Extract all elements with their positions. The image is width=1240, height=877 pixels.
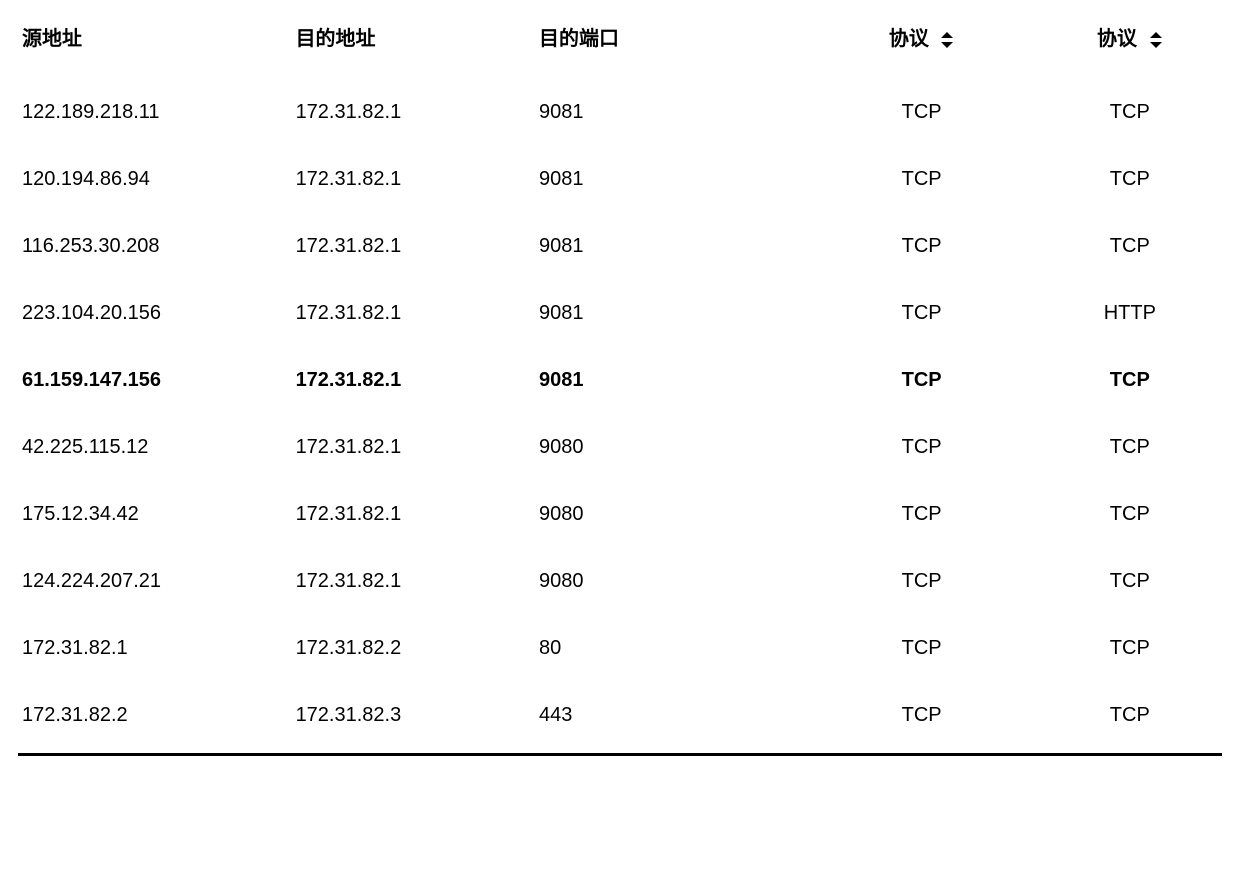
cell-proto1: TCP: [806, 213, 1038, 280]
cell-dest: 172.31.82.1: [292, 280, 535, 347]
cell-port: 9081: [535, 213, 806, 280]
cell-proto2: TCP: [1038, 481, 1222, 548]
sort-icon[interactable]: [1149, 31, 1163, 49]
cell-proto2: TCP: [1038, 682, 1222, 755]
cell-dest: 172.31.82.1: [292, 481, 535, 548]
cell-source: 124.224.207.21: [18, 548, 292, 615]
header-proto2-label: 协议: [1097, 28, 1137, 50]
cell-proto1: TCP: [806, 414, 1038, 481]
cell-port: 9081: [535, 79, 806, 146]
table-row: 172.31.82.1172.31.82.280TCPTCP: [18, 615, 1222, 682]
cell-port: 443: [535, 682, 806, 755]
cell-proto1: TCP: [806, 347, 1038, 414]
header-source[interactable]: 源地址: [18, 8, 292, 79]
cell-dest: 172.31.82.1: [292, 414, 535, 481]
cell-dest: 172.31.82.2: [292, 615, 535, 682]
cell-dest: 172.31.82.1: [292, 146, 535, 213]
cell-proto2: TCP: [1038, 213, 1222, 280]
cell-proto1: TCP: [806, 79, 1038, 146]
table-row: 61.159.147.156172.31.82.19081TCPTCP: [18, 347, 1222, 414]
cell-source: 42.225.115.12: [18, 414, 292, 481]
table-row: 175.12.34.42172.31.82.19080TCPTCP: [18, 481, 1222, 548]
cell-dest: 172.31.82.1: [292, 79, 535, 146]
cell-source: 122.189.218.11: [18, 79, 292, 146]
header-proto1[interactable]: 协议: [806, 8, 1038, 79]
cell-port: 9080: [535, 481, 806, 548]
cell-proto2: TCP: [1038, 548, 1222, 615]
cell-proto1: TCP: [806, 146, 1038, 213]
table-header: 源地址 目的地址 目的端口 协议 协议: [18, 8, 1222, 79]
table-body: 122.189.218.11172.31.82.19081TCPTCP120.1…: [18, 79, 1222, 755]
table-row: 172.31.82.2172.31.82.3443TCPTCP: [18, 682, 1222, 755]
cell-proto2: HTTP: [1038, 280, 1222, 347]
cell-dest: 172.31.82.3: [292, 682, 535, 755]
cell-proto2: TCP: [1038, 79, 1222, 146]
header-dest-label: 目的地址: [296, 28, 376, 50]
cell-source: 223.104.20.156: [18, 280, 292, 347]
header-proto2[interactable]: 协议: [1038, 8, 1222, 79]
cell-port: 9081: [535, 347, 806, 414]
cell-source: 172.31.82.2: [18, 682, 292, 755]
cell-dest: 172.31.82.1: [292, 347, 535, 414]
table-row: 122.189.218.11172.31.82.19081TCPTCP: [18, 79, 1222, 146]
cell-proto1: TCP: [806, 682, 1038, 755]
header-source-label: 源地址: [22, 28, 82, 50]
network-table: 源地址 目的地址 目的端口 协议 协议 122.189.218.11: [18, 8, 1222, 756]
cell-proto1: TCP: [806, 615, 1038, 682]
cell-proto2: TCP: [1038, 615, 1222, 682]
table-row: 120.194.86.94172.31.82.19081TCPTCP: [18, 146, 1222, 213]
cell-proto1: TCP: [806, 280, 1038, 347]
cell-proto2: TCP: [1038, 414, 1222, 481]
table-row: 116.253.30.208172.31.82.19081TCPTCP: [18, 213, 1222, 280]
cell-proto1: TCP: [806, 548, 1038, 615]
sort-icon[interactable]: [940, 31, 954, 49]
cell-source: 116.253.30.208: [18, 213, 292, 280]
cell-port: 9080: [535, 414, 806, 481]
cell-port: 9081: [535, 146, 806, 213]
header-port-label: 目的端口: [539, 28, 619, 50]
cell-source: 175.12.34.42: [18, 481, 292, 548]
table-row: 223.104.20.156172.31.82.19081TCPHTTP: [18, 280, 1222, 347]
cell-port: 80: [535, 615, 806, 682]
table-row: 42.225.115.12172.31.82.19080TCPTCP: [18, 414, 1222, 481]
header-proto1-label: 协议: [889, 28, 929, 50]
cell-dest: 172.31.82.1: [292, 548, 535, 615]
cell-port: 9080: [535, 548, 806, 615]
cell-proto1: TCP: [806, 481, 1038, 548]
table-row: 124.224.207.21172.31.82.19080TCPTCP: [18, 548, 1222, 615]
cell-dest: 172.31.82.1: [292, 213, 535, 280]
cell-source: 61.159.147.156: [18, 347, 292, 414]
cell-proto2: TCP: [1038, 347, 1222, 414]
cell-source: 172.31.82.1: [18, 615, 292, 682]
header-port[interactable]: 目的端口: [535, 8, 806, 79]
header-dest[interactable]: 目的地址: [292, 8, 535, 79]
cell-port: 9081: [535, 280, 806, 347]
cell-source: 120.194.86.94: [18, 146, 292, 213]
cell-proto2: TCP: [1038, 146, 1222, 213]
